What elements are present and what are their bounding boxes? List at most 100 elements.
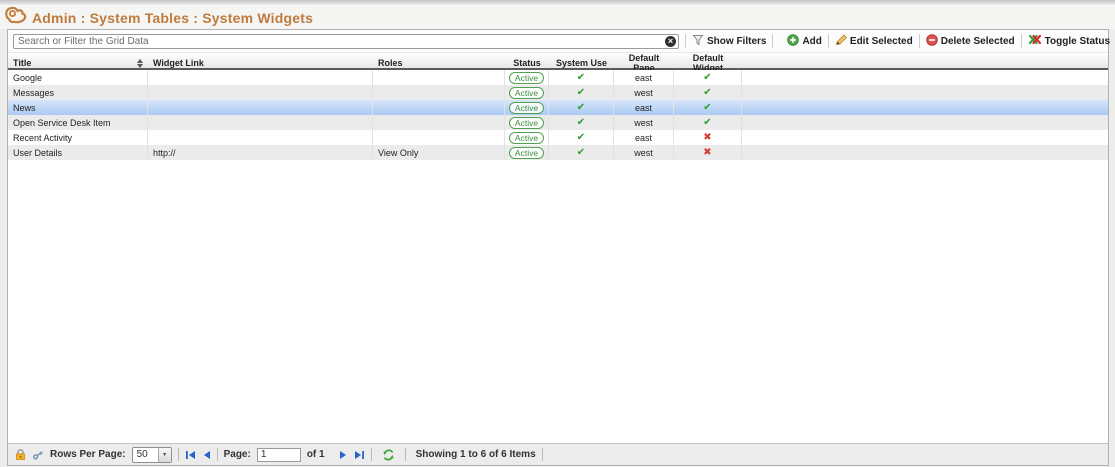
edit-selected-label: Edit Selected bbox=[850, 36, 913, 47]
grid-empty-area bbox=[8, 160, 1108, 443]
cell-default-widget: ✖ bbox=[674, 130, 742, 145]
toolbar-separator bbox=[685, 34, 686, 48]
delete-selected-button[interactable]: Delete Selected bbox=[926, 34, 1015, 49]
grid-panel: × Show Filters Add Edit bbox=[7, 29, 1109, 466]
rows-per-page-label: Rows Per Page: bbox=[50, 449, 126, 460]
cell-default-pane: west bbox=[614, 115, 674, 130]
pagination-separator bbox=[405, 448, 406, 461]
filter-funnel-icon bbox=[692, 34, 704, 49]
status-badge: Active bbox=[509, 117, 544, 129]
next-page-button[interactable] bbox=[339, 450, 348, 460]
system-use-icon: ✔ bbox=[577, 118, 585, 128]
cell-default-widget: ✖ bbox=[674, 145, 742, 160]
status-badge: Active bbox=[509, 72, 544, 84]
app-header: Admin : System Tables : System Widgets bbox=[0, 6, 1115, 29]
column-header-label: Roles bbox=[378, 58, 403, 68]
cell-status: Active bbox=[505, 100, 549, 115]
cell-default-pane: east bbox=[614, 130, 674, 145]
table-row[interactable]: Messages Active ✔ west ✔ bbox=[8, 85, 1108, 100]
showing-items-label: Showing 1 to 6 of 6 Items bbox=[416, 449, 536, 460]
cell-default-widget: ✔ bbox=[674, 100, 742, 115]
toggle-status-label: Toggle Status bbox=[1045, 36, 1110, 47]
select-dropdown-icon: ▾ bbox=[158, 448, 171, 462]
cell-status: Active bbox=[505, 145, 549, 160]
search-clear-icon[interactable]: × bbox=[665, 36, 676, 47]
cell-roles bbox=[373, 130, 505, 145]
add-button[interactable]: Add bbox=[787, 34, 821, 49]
cell-title: Google bbox=[8, 70, 148, 85]
cell-roles bbox=[373, 70, 505, 85]
edit-selected-button[interactable]: Edit Selected bbox=[835, 34, 913, 49]
key-icon[interactable] bbox=[32, 449, 44, 461]
pagination-separator bbox=[542, 448, 543, 461]
last-page-button[interactable] bbox=[354, 450, 365, 460]
system-use-icon: ✔ bbox=[577, 103, 585, 113]
cell-default-widget: ✔ bbox=[674, 70, 742, 85]
show-filters-label: Show Filters bbox=[707, 36, 766, 47]
table-row[interactable]: User Details http:// View Only Active ✔ … bbox=[8, 145, 1108, 160]
cell-system-use: ✔ bbox=[549, 100, 614, 115]
first-page-button[interactable] bbox=[185, 450, 196, 460]
cell-system-use: ✔ bbox=[549, 145, 614, 160]
pagination-separator bbox=[371, 448, 372, 461]
toolbar-separator bbox=[828, 34, 829, 48]
table-row[interactable]: Recent Activity Active ✔ east ✖ bbox=[8, 130, 1108, 145]
cell-status: Active bbox=[505, 115, 549, 130]
breadcrumb-page-title: Admin : System Tables : System Widgets bbox=[32, 10, 313, 26]
default-widget-icon: ✔ bbox=[703, 73, 711, 83]
table-body: Google Active ✔ east ✔ Messages Active ✔… bbox=[8, 70, 1108, 160]
cell-row-filler bbox=[742, 85, 1108, 100]
search-wrapper: × bbox=[13, 34, 679, 49]
lock-icon[interactable] bbox=[15, 448, 26, 461]
pagination-separator bbox=[178, 448, 179, 461]
rows-per-page-select[interactable]: 50 ▾ bbox=[132, 447, 172, 463]
table-row[interactable]: Google Active ✔ east ✔ bbox=[8, 70, 1108, 85]
cell-roles bbox=[373, 100, 505, 115]
sort-icon bbox=[137, 59, 143, 68]
cell-title: Messages bbox=[8, 85, 148, 100]
cell-title: News bbox=[8, 100, 148, 115]
status-badge: Active bbox=[509, 102, 544, 114]
page-number-input[interactable] bbox=[257, 448, 301, 462]
toolbar-separator bbox=[772, 34, 773, 48]
column-header-label: Status bbox=[513, 58, 541, 68]
column-header-label: Widget Link bbox=[153, 58, 204, 68]
refresh-icon[interactable] bbox=[382, 449, 395, 461]
cell-row-filler bbox=[742, 115, 1108, 130]
cell-status: Active bbox=[505, 130, 549, 145]
edit-pencil-icon bbox=[835, 34, 847, 49]
grid-toolbar: × Show Filters Add Edit bbox=[8, 30, 1108, 53]
toggle-status-icon bbox=[1028, 34, 1042, 48]
delete-selected-label: Delete Selected bbox=[941, 36, 1015, 47]
column-header-label: Title bbox=[13, 58, 31, 68]
cell-system-use: ✔ bbox=[549, 115, 614, 130]
system-use-icon: ✔ bbox=[577, 148, 585, 158]
pagination-bar: Rows Per Page: 50 ▾ Page: of 1 bbox=[8, 443, 1108, 465]
cell-roles: View Only bbox=[373, 145, 505, 160]
toolbar-separator bbox=[919, 34, 920, 48]
cell-system-use: ✔ bbox=[549, 85, 614, 100]
cell-title: User Details bbox=[8, 145, 148, 160]
delete-minus-icon bbox=[926, 34, 938, 49]
cell-system-use: ✔ bbox=[549, 70, 614, 85]
show-filters-button[interactable]: Show Filters bbox=[692, 34, 766, 49]
cell-status: Active bbox=[505, 70, 549, 85]
system-use-icon: ✔ bbox=[577, 133, 585, 143]
cell-title: Open Service Desk Item bbox=[8, 115, 148, 130]
table-row[interactable]: News Active ✔ east ✔ bbox=[8, 100, 1108, 115]
table-row[interactable]: Open Service Desk Item Active ✔ west ✔ bbox=[8, 115, 1108, 130]
cell-row-filler bbox=[742, 100, 1108, 115]
status-badge: Active bbox=[509, 87, 544, 99]
toggle-status-button[interactable]: Toggle Status bbox=[1028, 34, 1110, 48]
toolbar-separator bbox=[1021, 34, 1022, 48]
cell-widget-link bbox=[148, 100, 373, 115]
page-of-label: of 1 bbox=[307, 449, 325, 460]
search-input[interactable] bbox=[13, 34, 679, 49]
column-header-label: System Use bbox=[556, 58, 607, 68]
cell-default-pane: east bbox=[614, 100, 674, 115]
cell-row-filler bbox=[742, 70, 1108, 85]
system-use-icon: ✔ bbox=[577, 88, 585, 98]
cell-widget-link: http:// bbox=[148, 145, 373, 160]
previous-page-button[interactable] bbox=[202, 450, 211, 460]
status-badge: Active bbox=[509, 132, 544, 144]
